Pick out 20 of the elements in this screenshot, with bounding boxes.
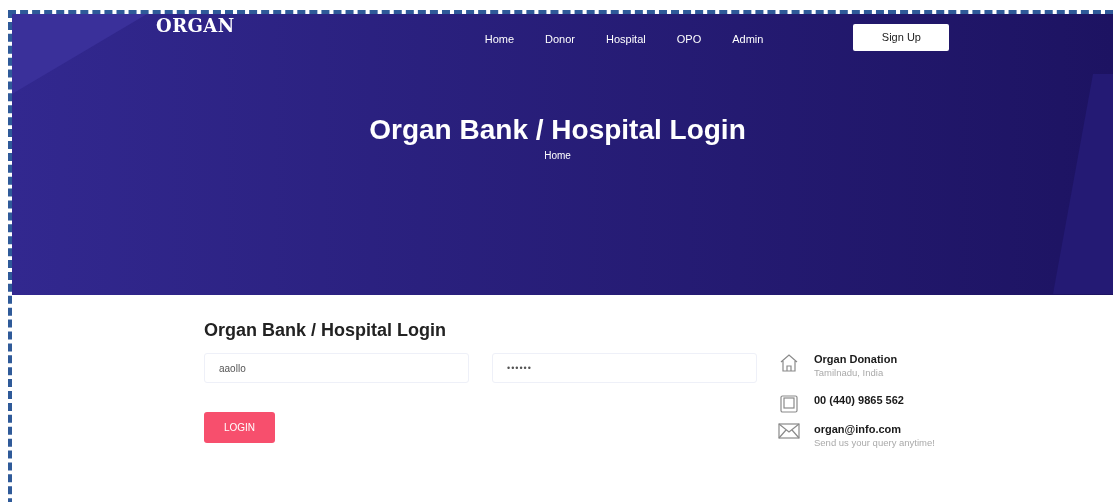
breadcrumb-link[interactable]: Home — [544, 148, 571, 163]
contact-title: Organ Donation — [814, 352, 898, 366]
nav-link[interactable]: Hospital — [606, 31, 646, 48]
mail-icon — [778, 423, 800, 439]
contact-subtitle: Send us your query anytime! — [814, 436, 935, 449]
nav-link[interactable]: OPO — [676, 31, 702, 48]
form-title: Organ Bank / Hospital Login — [204, 319, 447, 341]
contact-title: 00 (440) 9865 562 — [814, 393, 904, 407]
sign-up-button[interactable]: Sign Up — [853, 24, 950, 51]
password-field[interactable]: •••••• — [492, 353, 757, 383]
nav-link[interactable]: Donor — [545, 31, 575, 48]
nav-link[interactable]: Home — [484, 31, 515, 48]
page-title: Organ Bank / Hospital Login — [369, 113, 746, 147]
contact-subtitle: Tamilnadu, India — [814, 366, 885, 379]
tablet-icon — [779, 394, 799, 414]
logo: ORGAN — [156, 14, 235, 38]
username-field[interactable]: aaollo — [204, 353, 469, 383]
nav-link[interactable]: Admin — [732, 31, 764, 48]
contact-title: organ@info.com — [814, 422, 903, 436]
home-icon — [779, 353, 799, 373]
